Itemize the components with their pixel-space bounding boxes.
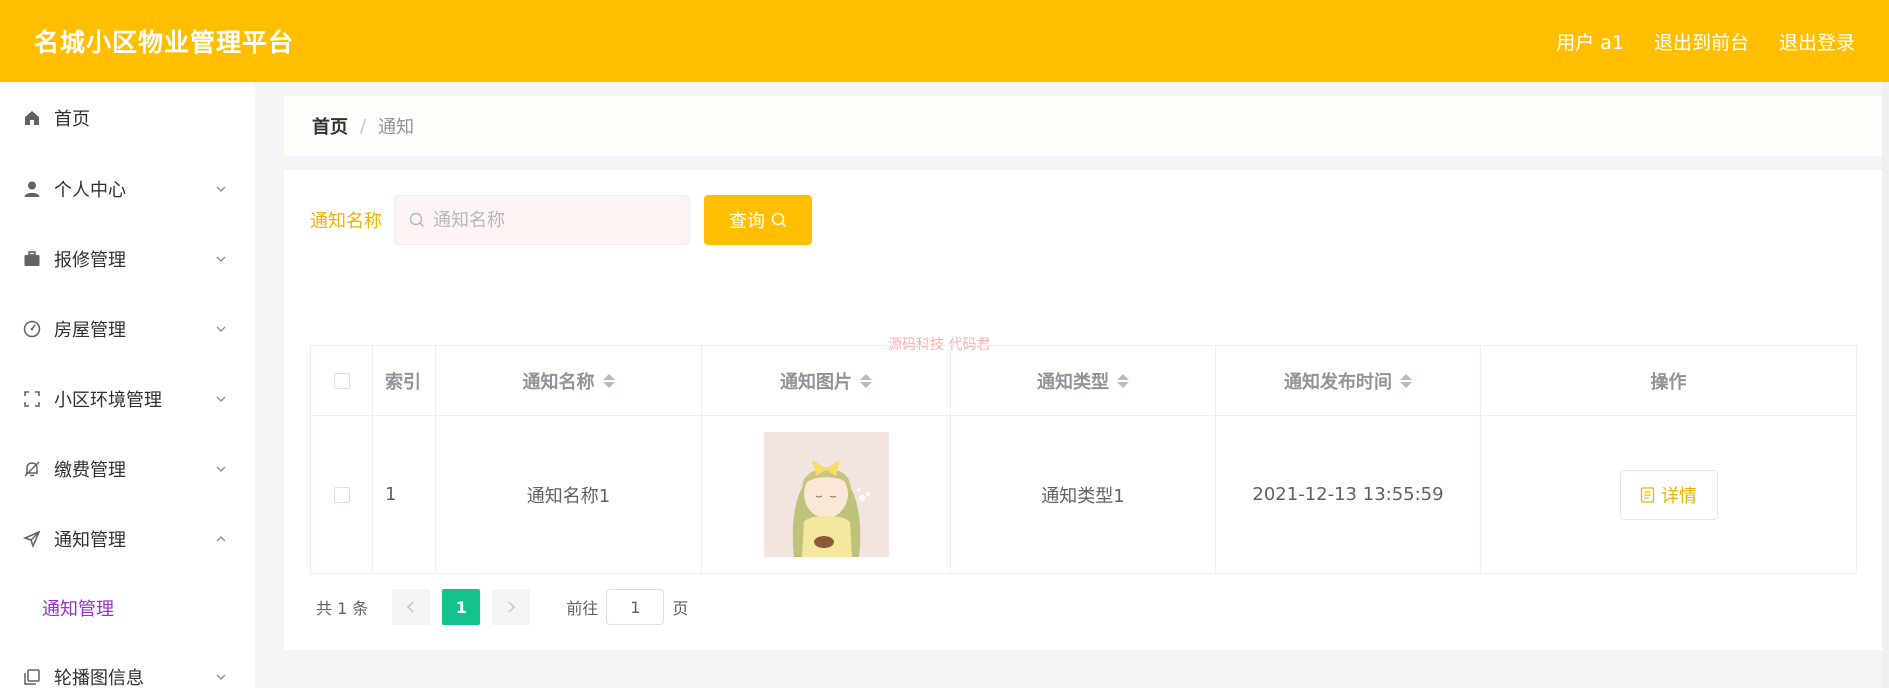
sidebar-item-label: 个人中心: [54, 180, 126, 201]
table-header-row: 索引 通知名称 通知图片 通知类型 通知发布时间 操作: [311, 346, 1856, 416]
sidebar-item-repair[interactable]: 报修管理: [0, 224, 255, 294]
page-number-current[interactable]: 1: [442, 589, 481, 625]
goto-page-input[interactable]: [606, 589, 665, 625]
chevron-left-icon: [407, 601, 414, 613]
search-icon: [409, 212, 424, 227]
sidebar-item-label: 房屋管理: [54, 320, 126, 341]
column-header-type[interactable]: 通知类型: [951, 346, 1216, 415]
detail-button-label: 详情: [1661, 485, 1697, 507]
sidebar-item-label: 首页: [54, 109, 90, 130]
sidebar-item-notice[interactable]: 通知管理: [0, 504, 255, 574]
sidebar-item-home[interactable]: 首页: [0, 82, 255, 154]
sidebar-item-label: 小区环境管理: [54, 390, 162, 411]
chevron-down-icon: [216, 326, 226, 332]
top-header: 名城小区物业管理平台 用户 a1 退出到前台 退出登录: [0, 0, 1889, 82]
table-row: 1 通知名称1 通知类型1 2021-12-13 13:55:59 详情: [311, 416, 1856, 573]
breadcrumb-current: 通知: [378, 117, 415, 138]
notice-thumbnail[interactable]: [763, 432, 889, 557]
row-index: 1: [373, 416, 436, 573]
back-to-front-link[interactable]: 退出到前台: [1654, 28, 1749, 55]
sort-icon[interactable]: [1117, 373, 1129, 388]
current-user[interactable]: 用户 a1: [1556, 28, 1624, 55]
sidebar-item-label: 通知管理: [54, 530, 126, 551]
column-header-time[interactable]: 通知发布时间: [1216, 346, 1481, 415]
search-icon: [771, 212, 787, 228]
chevron-down-icon: [216, 466, 226, 472]
sidebar-item-label: 报修管理: [54, 250, 126, 271]
chevron-down-icon: [216, 256, 226, 262]
column-header-index: 索引: [373, 346, 436, 415]
page-scrollbar[interactable]: [1882, 82, 1889, 688]
chevron-right-icon: [508, 601, 516, 613]
chevron-up-icon: [216, 536, 226, 542]
column-header-label: 操作: [1650, 371, 1687, 393]
sidebar-item-label: 轮播图信息: [54, 668, 144, 688]
sidebar-subitem-notice-management[interactable]: 通知管理: [0, 574, 255, 642]
user-icon: [22, 179, 42, 199]
column-header-label: 通知类型: [1037, 371, 1109, 393]
sort-icon[interactable]: [1400, 373, 1412, 388]
breadcrumb: 首页 / 通知: [284, 96, 1882, 156]
header-actions: 用户 a1 退出到前台 退出登录: [1556, 28, 1855, 55]
sidebar-item-house[interactable]: 房屋管理: [0, 294, 255, 364]
document-icon: [1640, 486, 1655, 503]
row-name: 通知名称1: [436, 416, 702, 573]
pagination-total: 共 1 条: [316, 599, 369, 618]
column-header-label: 通知名称: [522, 371, 595, 393]
column-header-label: 通知发布时间: [1284, 371, 1392, 393]
breadcrumb-separator: /: [360, 115, 367, 137]
chevron-down-icon: [216, 396, 226, 402]
detail-button[interactable]: 详情: [1619, 469, 1718, 520]
send-icon: [22, 529, 42, 549]
row-checkbox-cell: [311, 416, 373, 573]
row-checkbox[interactable]: [333, 486, 350, 503]
app-title: 名城小区物业管理平台: [34, 28, 295, 57]
sidebar-item-label: 缴费管理: [54, 460, 126, 481]
next-page-button[interactable]: [492, 589, 531, 625]
sort-icon[interactable]: [860, 373, 872, 388]
sidebar: 首页 个人中心 报修管理 房屋管理 小区环境管理 缴费管理 通知管理 通知管理 …: [0, 82, 255, 688]
notice-table: 索引 通知名称 通知图片 通知类型 通知发布时间 操作 1 通知名称1 通知类型…: [310, 345, 1857, 574]
pagination: 共 1 条 1 前往 页: [316, 589, 688, 625]
content-panel: 通知名称 查询 源码科技 代码君 索引 通知名称 通知图片: [284, 170, 1882, 650]
frame-icon: [22, 389, 42, 409]
sort-icon[interactable]: [602, 373, 615, 388]
copy-icon: [22, 667, 42, 687]
search-label: 通知名称: [310, 211, 382, 232]
logout-link[interactable]: 退出登录: [1779, 28, 1855, 55]
row-image-cell: [702, 416, 951, 573]
goto-suffix: 页: [672, 599, 689, 618]
row-time: 2021-12-13 13:55:59: [1216, 416, 1481, 573]
row-type: 通知类型1: [951, 416, 1216, 573]
column-header-label: 通知图片: [780, 371, 852, 393]
sidebar-item-environment[interactable]: 小区环境管理: [0, 364, 255, 434]
goto-label: 前往: [566, 599, 599, 618]
search-bar: 通知名称 查询: [310, 195, 812, 245]
gauge-icon: [22, 319, 42, 339]
sidebar-item-payment[interactable]: 缴费管理: [0, 434, 255, 504]
query-button[interactable]: 查询: [704, 195, 812, 245]
column-header-label: 索引: [385, 371, 421, 393]
prev-page-button[interactable]: [392, 589, 431, 625]
row-actions: 详情: [1481, 416, 1856, 573]
bell-off-icon: [22, 459, 42, 479]
query-button-label: 查询: [729, 211, 765, 232]
search-field[interactable]: [394, 195, 690, 245]
chevron-down-icon: [216, 186, 226, 192]
sidebar-item-carousel[interactable]: 轮播图信息: [0, 642, 255, 688]
briefcase-icon: [22, 249, 42, 269]
select-all-checkbox[interactable]: [333, 372, 350, 389]
breadcrumb-home[interactable]: 首页: [312, 113, 348, 139]
column-header-actions: 操作: [1481, 346, 1856, 415]
chevron-down-icon: [216, 674, 226, 680]
column-header-name[interactable]: 通知名称: [436, 346, 702, 415]
search-input[interactable]: [433, 209, 673, 231]
sidebar-item-personal-center[interactable]: 个人中心: [0, 154, 255, 224]
header-checkbox-cell: [311, 346, 373, 415]
home-icon: [22, 108, 42, 128]
column-header-image[interactable]: 通知图片: [702, 346, 951, 415]
